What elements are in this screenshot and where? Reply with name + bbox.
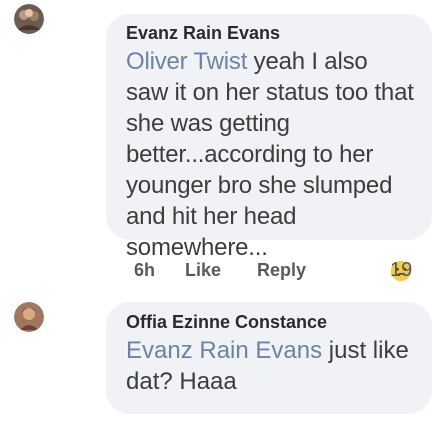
comment-text: Oliver Twist yeah I also saw it on her s… bbox=[126, 46, 414, 263]
comment-author[interactable]: Evanz Rain Evans bbox=[126, 22, 414, 44]
comment-body: yeah I also saw it on her status too tha… bbox=[126, 48, 414, 261]
avatar-image bbox=[14, 302, 44, 332]
avatar-image bbox=[14, 4, 44, 34]
comment-bubble: Offia Ezinne Constance Evanz Rain Evans … bbox=[106, 302, 432, 414]
comment-actions: 6h Like Reply 19 bbox=[134, 257, 434, 285]
avatar[interactable] bbox=[14, 4, 44, 34]
mention-link[interactable]: Evanz Rain Evans bbox=[126, 337, 322, 364]
comment-bubble: Evanz Rain Evans Oliver Twist yeah I als… bbox=[106, 14, 432, 261]
avatar[interactable] bbox=[14, 302, 44, 332]
comment-author[interactable]: Offia Ezinne Constance bbox=[126, 311, 414, 333]
mention-link[interactable]: Oliver Twist bbox=[126, 48, 247, 75]
reaction-count: 19 bbox=[390, 259, 413, 281]
reply-button[interactable]: Reply bbox=[257, 259, 306, 281]
comment-timestamp[interactable]: 6h bbox=[134, 259, 155, 281]
reaction-summary[interactable]: 19 bbox=[390, 257, 412, 285]
like-button[interactable]: Like bbox=[185, 259, 221, 281]
comment-text: Evanz Rain Evans just like dat? Haaa bbox=[126, 335, 414, 397]
